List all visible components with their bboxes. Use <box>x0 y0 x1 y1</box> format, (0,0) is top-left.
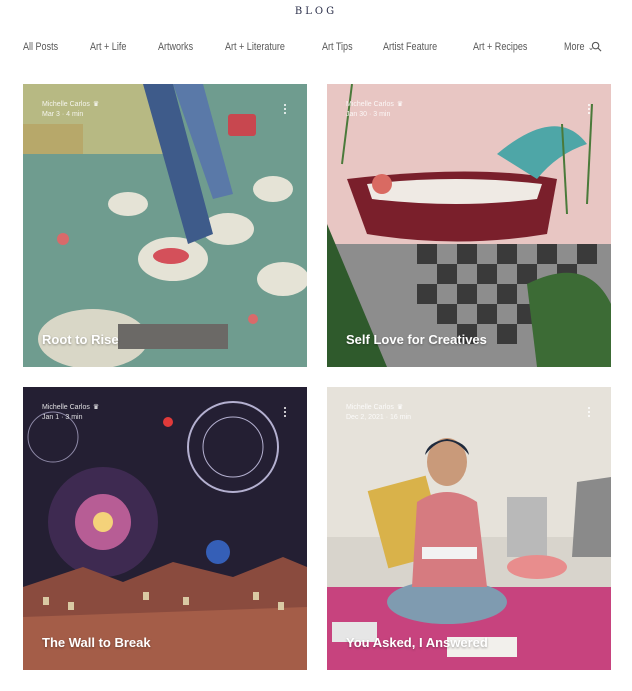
post-date: Dec 2, 2021 <box>346 414 384 421</box>
post-cover-image <box>23 387 307 670</box>
nav-artworks[interactable]: Artworks <box>158 41 193 53</box>
post-card-wall-to-break[interactable]: Michelle Carlos ♛ Jan 1 · 3 min The Wall … <box>23 387 307 670</box>
nav-art-tips[interactable]: Art Tips <box>322 41 353 53</box>
more-options-icon[interactable] <box>588 104 591 116</box>
post-date: Mar 3 <box>42 111 60 118</box>
more-options-icon[interactable] <box>588 407 591 419</box>
post-cover-image <box>23 84 307 367</box>
post-cover-image <box>327 387 611 670</box>
post-meta: Michelle Carlos ♛ Jan 1 · 3 min <box>42 403 100 421</box>
read-time: 3 min <box>373 111 391 118</box>
post-date: Jan 1 <box>42 414 60 421</box>
post-card-you-asked[interactable]: Michelle Carlos ♛ Dec 2, 2021 · 16 min Yo… <box>327 387 611 670</box>
post-title[interactable]: The Wall to Break <box>42 635 151 650</box>
admin-crown-icon: ♛ <box>92 404 100 411</box>
post-date: Jan 30 <box>346 111 368 118</box>
read-time: 4 min <box>66 111 84 118</box>
nav-art-life[interactable]: Art + Life <box>90 41 126 53</box>
nav-art-recipes[interactable]: Art + Recipes <box>473 41 527 53</box>
author-name[interactable]: Michelle Carlos <box>346 403 394 413</box>
author-name[interactable]: Michelle Carlos <box>42 100 90 110</box>
post-title[interactable]: You Asked, I Answered <box>346 635 488 650</box>
admin-crown-icon: ♛ <box>396 404 404 411</box>
read-time: 3 min <box>65 414 83 421</box>
admin-crown-icon: ♛ <box>92 101 100 108</box>
author-name[interactable]: Michelle Carlos <box>42 403 90 413</box>
nav-art-literature[interactable]: Art + Literature <box>225 41 285 53</box>
nav-all-posts[interactable]: All Posts <box>23 41 58 53</box>
author-name[interactable]: Michelle Carlos <box>346 100 394 110</box>
more-options-icon[interactable] <box>284 407 287 419</box>
category-nav: All Posts Art + Life Artworks Art + Lite… <box>23 38 614 56</box>
post-card-root-to-rise[interactable]: Michelle Carlos ♛ Mar 3 · 4 min Root to R… <box>23 84 307 367</box>
post-card-self-love[interactable]: Michelle Carlos ♛ Jan 30 · 3 min Self Lov… <box>327 84 611 367</box>
post-meta: Michelle Carlos ♛ Mar 3 · 4 min <box>42 100 100 118</box>
blog-logo: BLOG <box>294 6 338 17</box>
search-icon[interactable] <box>591 41 602 52</box>
admin-crown-icon: ♛ <box>396 101 404 108</box>
nav-more-label: More <box>563 41 585 53</box>
post-title[interactable]: Self Love for Creatives <box>346 332 487 347</box>
post-meta: Michelle Carlos ♛ Jan 30 · 3 min <box>346 100 404 118</box>
nav-more-dropdown[interactable]: More ⌄ <box>564 41 594 53</box>
read-time: 16 min <box>389 414 411 421</box>
post-cover-image <box>327 84 611 367</box>
post-title[interactable]: Root to Rise <box>42 332 119 347</box>
nav-artist-feature[interactable]: Artist Feature <box>383 41 437 53</box>
more-options-icon[interactable] <box>284 104 287 116</box>
post-meta: Michelle Carlos ♛ Dec 2, 2021 · 16 min <box>346 403 411 421</box>
